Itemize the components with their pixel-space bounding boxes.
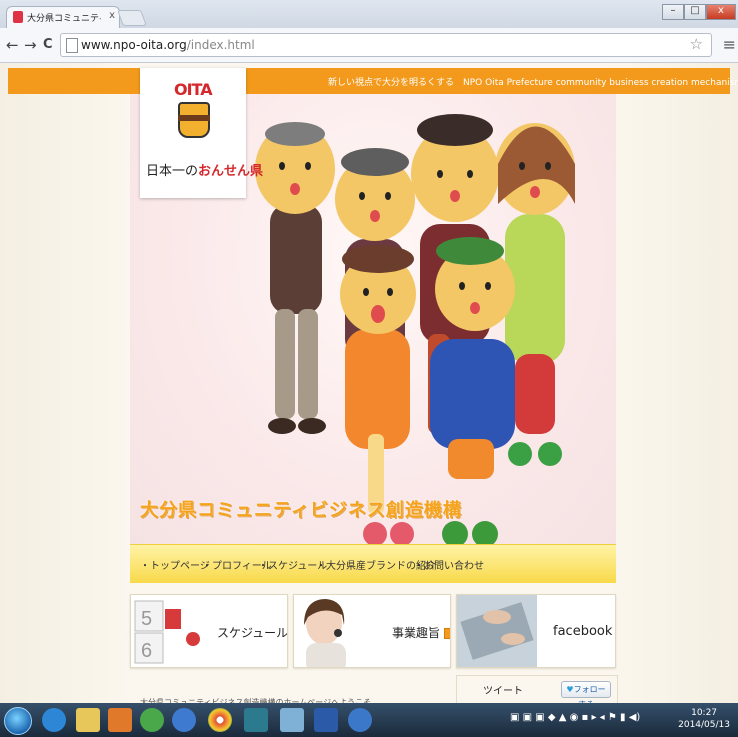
clock-time: 10:27 bbox=[691, 708, 718, 718]
back-button[interactable]: ← bbox=[6, 36, 19, 54]
header-bar: 新しい視点で大分を明るくする NPO Oita Prefecture commu… bbox=[8, 68, 738, 94]
clock-date: 2014/05/13 bbox=[678, 720, 730, 730]
operator-woman-icon bbox=[304, 599, 346, 667]
nav-contact[interactable]: ・お問い合わせ bbox=[414, 557, 484, 572]
windows-taskbar: ▣ ▣ ▣ ◆ ▲ ◉ ▪ ▸ ◂ ⚑ ▮ ◀) 10:27 2014/05/1… bbox=[0, 703, 738, 737]
browser-menu-icon[interactable]: ≡ bbox=[723, 35, 736, 54]
logo-text: 日本一のおんせん県 bbox=[146, 164, 264, 179]
twitter-follow-button[interactable]: ♥フォロー する bbox=[561, 681, 611, 709]
facebook-card[interactable]: facebook bbox=[456, 594, 616, 668]
url-text[interactable]: www.npo-oita.org/index.html bbox=[81, 38, 255, 52]
laptop-typing-icon bbox=[457, 595, 537, 667]
maximize-button[interactable]: □ bbox=[684, 4, 706, 20]
business-purpose-card-label: 事業趣旨 bbox=[392, 624, 450, 641]
favicon-icon bbox=[13, 11, 23, 23]
bookmark-star-icon[interactable]: ☆ bbox=[690, 35, 703, 53]
twitter-bird-icon: ♥ bbox=[566, 685, 574, 694]
twitter-widget: ツイート ♥フォロー する bbox=[456, 675, 618, 709]
tweet-button[interactable]: ツイート bbox=[483, 682, 523, 697]
site-logo[interactable]: OITA 日本一のおんせん県 bbox=[140, 68, 263, 198]
svg-text:6: 6 bbox=[141, 640, 152, 662]
close-window-button[interactable]: x bbox=[706, 4, 736, 20]
taskbar-clock[interactable]: 10:27 2014/05/13 bbox=[678, 707, 730, 731]
browser-tab[interactable]: 大分県コミュニティビジネ x bbox=[6, 6, 120, 29]
file-explorer-icon[interactable] bbox=[76, 708, 100, 732]
svg-text:5: 5 bbox=[141, 608, 152, 630]
logo-pot-band bbox=[178, 115, 210, 121]
start-button-icon[interactable] bbox=[4, 707, 32, 735]
app-window-icon[interactable] bbox=[244, 708, 268, 732]
schedule-card[interactable]: 5 6 スケジュール bbox=[130, 594, 288, 668]
app-icon[interactable] bbox=[140, 708, 164, 732]
address-bar[interactable]: www.npo-oita.org/index.html ☆ bbox=[60, 33, 712, 57]
site-nav: ・トップページ ・プロフィール ・スケジュール ・大分県産ブランドの紹介 ・お問… bbox=[130, 544, 616, 583]
facebook-card-label: facebook bbox=[553, 624, 615, 639]
forward-button[interactable]: → bbox=[24, 36, 37, 54]
new-tab-button[interactable] bbox=[117, 10, 147, 26]
nav-top-page[interactable]: ・トップページ bbox=[140, 557, 210, 572]
hero-title: 大分県コミュニティビジネス創造機構 bbox=[140, 500, 462, 521]
help-icon[interactable] bbox=[348, 708, 372, 732]
document-icon[interactable] bbox=[280, 708, 304, 732]
tab-close-icon[interactable]: x bbox=[109, 10, 115, 21]
media-player-icon[interactable] bbox=[108, 708, 132, 732]
tab-title: 大分県コミュニティビジネ bbox=[27, 14, 101, 24]
minimize-button[interactable]: – bbox=[662, 4, 684, 20]
chrome-icon[interactable] bbox=[208, 708, 232, 732]
web-page: 新しい視点で大分を明るくする NPO Oita Prefecture commu… bbox=[0, 63, 738, 709]
word-icon[interactable] bbox=[314, 708, 338, 732]
page-icon bbox=[66, 38, 78, 53]
browser-navbar: ← → C www.npo-oita.org/index.html ☆ ≡ bbox=[0, 28, 738, 63]
arrow-icon bbox=[444, 628, 450, 639]
business-purpose-card[interactable]: 事業趣旨 bbox=[293, 594, 451, 668]
calendar-icon: 5 6 bbox=[134, 600, 200, 664]
reload-button[interactable]: C bbox=[43, 37, 53, 52]
logo-mark: OITA bbox=[174, 80, 213, 99]
browser-tabbar: 大分県コミュニティビジネ x – □ x bbox=[0, 0, 738, 29]
system-tray-icons[interactable]: ▣ ▣ ▣ ◆ ▲ ◉ ▪ ▸ ◂ ⚑ ▮ ◀) bbox=[510, 712, 640, 723]
network-app-icon[interactable] bbox=[172, 708, 196, 732]
internet-explorer-icon[interactable] bbox=[42, 708, 66, 732]
site-tagline: 新しい視点で大分を明るくする NPO Oita Prefecture commu… bbox=[328, 78, 738, 88]
schedule-card-label: スケジュール bbox=[217, 624, 287, 641]
